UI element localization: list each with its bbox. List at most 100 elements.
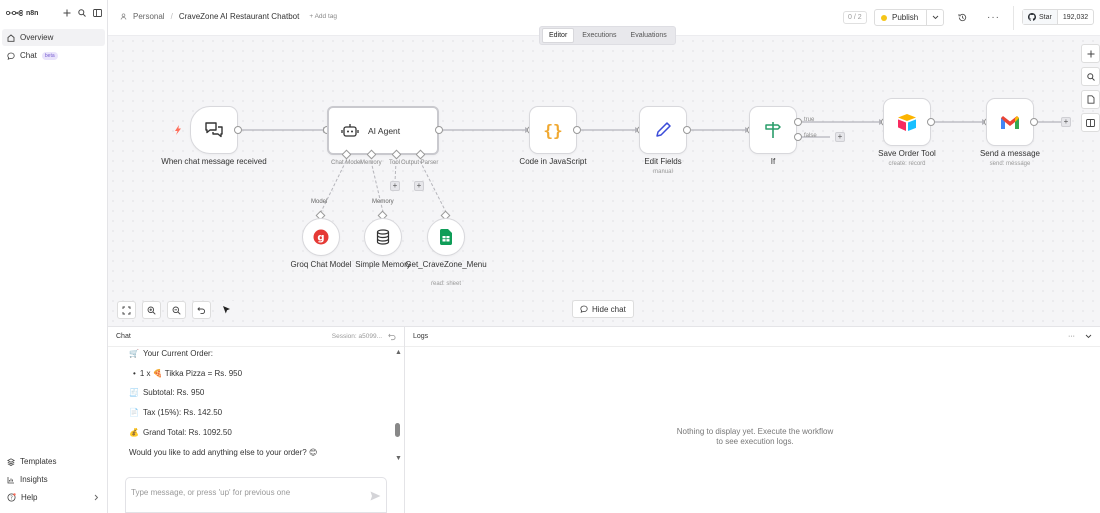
scroll-up-arrow[interactable]: ▲ — [395, 349, 402, 356]
add-false-branch-button[interactable]: + — [835, 132, 845, 142]
node-groq-chat-model[interactable]: g — [302, 218, 340, 256]
divider — [1013, 6, 1014, 30]
hide-chat-button[interactable]: Hide chat — [572, 300, 634, 318]
pointer-tool-button[interactable] — [217, 301, 236, 319]
output-port[interactable] — [1030, 118, 1038, 126]
node-code-javascript[interactable]: {} — [529, 106, 577, 154]
version-counter: 0 / 2 — [843, 11, 867, 24]
refresh-session-icon[interactable] — [388, 333, 396, 341]
output-port-true[interactable] — [794, 118, 802, 126]
publish-dropdown[interactable] — [927, 15, 943, 20]
sidebar-item-templates[interactable]: Templates — [2, 453, 105, 470]
chat-message-line: 🧾 Subtotal: Rs. 950 — [129, 388, 204, 397]
add-next-node-button[interactable]: + — [1061, 117, 1071, 127]
connection-lines — [242, 119, 1063, 213]
node-edit-fields[interactable] — [639, 106, 687, 154]
user-icon — [120, 13, 127, 20]
message-text: Would you like to add anything else to y… — [129, 448, 318, 457]
node-simple-memory[interactable] — [364, 218, 402, 256]
sidebar-item-insights[interactable]: Insights — [2, 471, 105, 488]
chat-message-input[interactable]: Type message, or press 'up' for previous… — [125, 477, 387, 513]
cart-icon: 🛒 — [129, 349, 139, 358]
output-port[interactable] — [927, 118, 935, 126]
node-label: Code in JavaScript — [519, 157, 587, 166]
svg-text:g: g — [317, 233, 324, 244]
add-tool-button[interactable]: + — [390, 181, 400, 191]
database-icon — [376, 229, 390, 245]
output-port[interactable] — [234, 126, 242, 134]
chat-messages-icon — [205, 122, 223, 138]
node-subtitle: create: record — [888, 161, 926, 167]
breadcrumb-separator: / — [170, 12, 173, 21]
handle-label-chat-model: Chat Model — [331, 160, 362, 166]
chat-title: Chat — [116, 333, 131, 340]
add-icon[interactable] — [63, 9, 71, 17]
send-icon[interactable] — [370, 491, 381, 501]
logs-empty-state: Nothing to display yet. Execute the work… — [676, 427, 834, 447]
message-text: Grand Total: Rs. 1092.50 — [142, 428, 232, 437]
node-if[interactable] — [749, 106, 797, 154]
chat-input-placeholder: Type message, or press 'up' for previous… — [131, 488, 291, 497]
workflow-name[interactable]: CraveZone AI Restaurant Chatbot — [179, 12, 300, 21]
chat-bubble-icon — [7, 52, 15, 60]
airtable-icon — [898, 114, 916, 131]
receipt-icon: 🧾 — [129, 388, 139, 397]
node-get-cravezone-menu[interactable] — [427, 218, 465, 256]
logs-panel: Logs ··· Nothing to display yet. Execute… — [405, 326, 1100, 513]
sidebar-header: n8n — [6, 6, 102, 20]
node-ai-agent[interactable]: AI Agent — [327, 106, 439, 155]
status-dot — [881, 14, 887, 21]
chat-message-line: 🛒 Your Current Order: — [129, 349, 213, 358]
workflow-canvas[interactable]: Editor Executions Evaluations When chat … — [108, 26, 1100, 326]
undo-button[interactable] — [192, 301, 211, 319]
collapse-icon[interactable] — [1085, 333, 1092, 340]
publish-button[interactable]: Publish — [875, 10, 928, 25]
node-send-message[interactable] — [986, 98, 1034, 146]
n8n-logo[interactable]: n8n — [6, 10, 38, 17]
history-icon[interactable] — [958, 13, 967, 22]
connection-label-model: Model — [311, 199, 328, 205]
breadcrumb: Personal / CraveZone AI Restaurant Chatb… — [120, 12, 337, 21]
branch-label-true: true — [804, 117, 815, 123]
breadcrumb-project[interactable]: Personal — [133, 12, 165, 21]
chevron-down-icon — [932, 15, 939, 20]
svg-text:?: ? — [10, 495, 13, 501]
sidebar-item-overview[interactable]: Overview — [2, 29, 105, 46]
home-icon — [7, 33, 15, 42]
github-star-widget[interactable]: Star 192,032 — [1022, 9, 1095, 25]
output-port[interactable] — [573, 126, 581, 134]
output-port[interactable] — [435, 126, 443, 134]
handle-label-memory: Memory — [360, 160, 382, 166]
sidebar-item-label: Overview — [20, 33, 54, 42]
robot-icon — [341, 124, 359, 137]
more-options-icon[interactable]: ··· — [1068, 333, 1075, 340]
zoom-out-button[interactable] — [167, 301, 186, 319]
output-port-false[interactable] — [794, 133, 802, 141]
signpost-icon — [765, 122, 781, 138]
scroll-down-arrow[interactable]: ▼ — [395, 455, 402, 462]
handle-label-tool: Tool — [389, 160, 401, 166]
zoom-in-icon — [147, 306, 156, 315]
more-options-icon[interactable]: ··· — [987, 12, 1000, 23]
help-icon: ? — [7, 493, 16, 502]
sidebar-toggle-icon[interactable] — [93, 9, 102, 17]
sidebar-item-help[interactable]: ? Help — [2, 489, 105, 506]
node-save-order-tool[interactable] — [883, 98, 931, 146]
templates-icon — [7, 457, 15, 466]
n8n-logo-icon — [6, 10, 23, 16]
output-port[interactable] — [683, 126, 691, 134]
cursor-icon — [223, 306, 230, 314]
handle-label-output-parser: Output Parser — [401, 160, 439, 166]
fit-view-button[interactable] — [117, 301, 136, 319]
canvas-zoom-controls — [117, 301, 236, 319]
github-star-button[interactable]: Star — [1023, 10, 1058, 24]
add-tag-button[interactable]: + Add tag — [309, 13, 337, 20]
sidebar-item-chat[interactable]: Chat beta — [2, 47, 105, 64]
search-icon[interactable] — [78, 9, 86, 17]
money-bag-icon: 💰 — [129, 428, 139, 437]
chat-scrollbar[interactable] — [395, 423, 400, 437]
node-chat-trigger[interactable] — [190, 106, 238, 154]
sidebar-item-label: Insights — [20, 475, 48, 484]
add-parser-button[interactable]: + — [414, 181, 424, 191]
zoom-in-button[interactable] — [142, 301, 161, 319]
